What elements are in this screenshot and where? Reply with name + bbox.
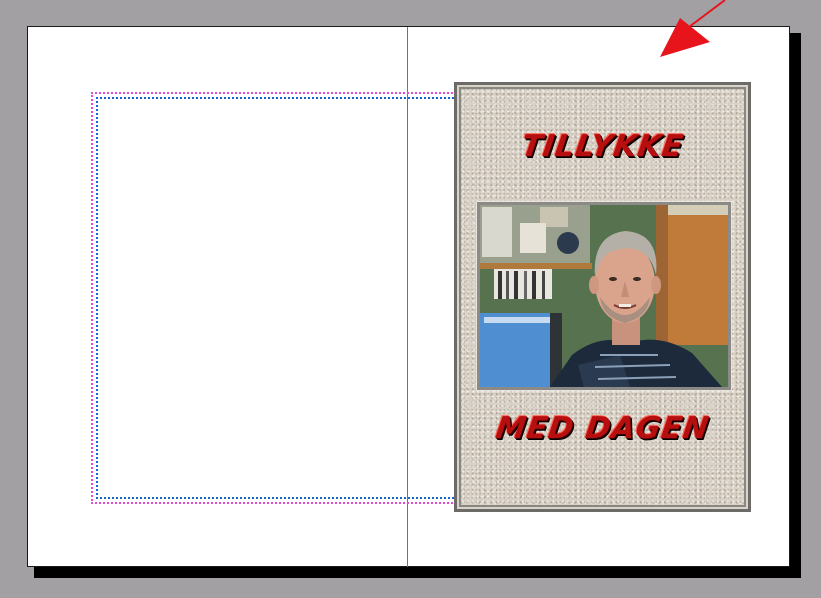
- pasteboard[interactable]: TILLYKKE MED DAGEN: [0, 0, 821, 598]
- red-arrow-icon: [660, 0, 726, 57]
- card-title-bottom: MED DAGEN: [493, 411, 712, 446]
- card-title-top: TILLYKKE: [519, 129, 686, 164]
- portrait-photo[interactable]: [477, 202, 731, 390]
- greeting-card-panel[interactable]: TILLYKKE MED DAGEN: [454, 82, 751, 512]
- text-frame[interactable]: [96, 97, 458, 499]
- photo-image: [480, 205, 728, 387]
